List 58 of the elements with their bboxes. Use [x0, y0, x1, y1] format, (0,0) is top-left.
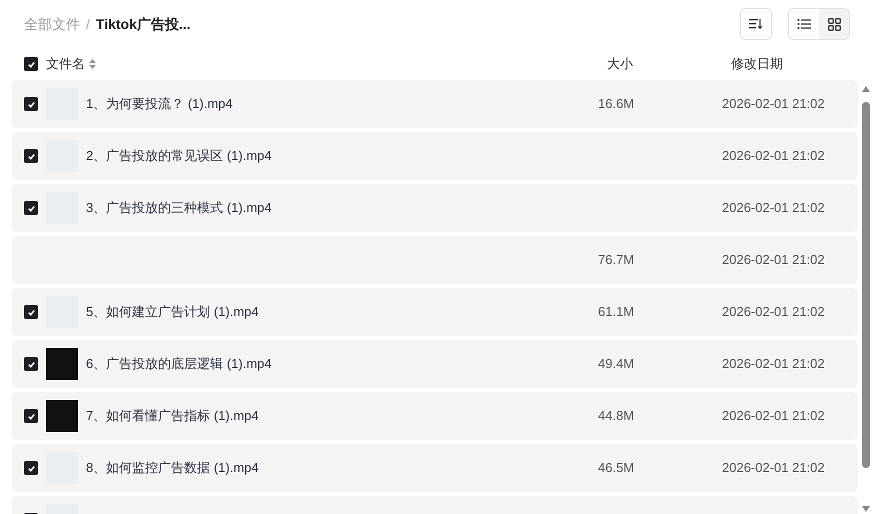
file-name: 5、如何建立广告计划 (1).mp4 [86, 303, 260, 322]
column-header[interactable]: 修改日期 [731, 54, 783, 74]
check-icon [26, 464, 36, 472]
checkbox[interactable] [24, 409, 38, 423]
file-row[interactable]: 7、如何看懂广告指标 (1).mp4 44.8M 2026-02-01 21:02 [12, 392, 858, 440]
column-header[interactable]: 文件名 [46, 54, 85, 74]
check-icon [26, 152, 36, 160]
sort-arrows-icon [89, 59, 96, 69]
file-row[interactable]: 2、广告投放的常见误区 (1).mp4 2026-02-01 21:02 [12, 132, 858, 180]
file-name: 3、广告投放的三种模式 (1).mp4 [86, 199, 273, 218]
check-icon [26, 412, 36, 420]
video-thumbnail [46, 400, 78, 432]
file-row[interactable]: 76.7M 2026-02-01 21:02 [12, 236, 858, 284]
check-icon [26, 360, 36, 368]
checkbox[interactable] [24, 97, 38, 111]
breadcrumb-link[interactable]: Tiktok广告投... [96, 14, 191, 34]
sort-icon [749, 18, 763, 30]
checkbox[interactable] [24, 201, 38, 215]
modified-date: 2026-02-01 21:02 [722, 95, 825, 114]
modified-date: 2026-02-01 21:02 [722, 459, 825, 478]
separator: / [86, 14, 90, 34]
check-icon [26, 308, 36, 316]
modified-date: 2026-02-01 21:02 [722, 303, 825, 322]
list-icon [797, 18, 811, 30]
file-name: 2、广告投放的常见误区 (1).mp4 [86, 147, 273, 166]
file-size: 76.7M [598, 251, 636, 270]
file-size: 46.5M [598, 459, 636, 478]
video-thumbnail [46, 348, 78, 380]
modified-date: 2026-02-01 21:02 [722, 199, 825, 218]
sort-button[interactable] [740, 8, 772, 40]
checkbox[interactable] [24, 149, 38, 163]
checkbox[interactable] [24, 357, 38, 371]
file-row[interactable]: 6、广告投放的底层逻辑 (1).mp4 49.4M 2026-02-01 21:02 [12, 340, 858, 388]
file-name: 1、为何要投流？ (1).mp4 [86, 95, 234, 114]
file-size: 61.1M [598, 303, 636, 322]
file-row[interactable]: 3、广告投放的三种模式 (1).mp4 2026-02-01 21:02 [12, 184, 858, 232]
modified-date: 2026-02-01 21:02 [722, 355, 825, 374]
check-icon [26, 100, 36, 108]
modified-date: 2026-02-01 21:02 [722, 407, 825, 426]
check-icon [26, 60, 36, 68]
check-icon [26, 204, 36, 212]
file-row[interactable]: 1、为何要投流？ (1).mp4 16.6M 2026-02-01 21:02 [12, 80, 858, 128]
file-size: 44.8M [598, 407, 636, 426]
file-size: 16.6M [598, 95, 636, 114]
file-row[interactable]: 5、如何建立广告计划 (1).mp4 61.1M 2026-02-01 21:02 [12, 288, 858, 336]
modified-date: 2026-02-01 21:02 [722, 251, 825, 270]
file-size: 49.4M [598, 355, 636, 374]
checkbox[interactable] [24, 57, 38, 71]
checkbox[interactable] [24, 305, 38, 319]
file-name: 7、如何看懂广告指标 (1).mp4 [86, 407, 260, 426]
grid-icon [828, 18, 840, 30]
file-row[interactable]: 8、如何监控广告数据 (1).mp4 46.5M 2026-02-01 21:02 [12, 444, 858, 492]
modified-date: 2026-02-01 21:02 [722, 147, 825, 166]
file-name: 6、广告投放的底层逻辑 (1).mp4 [86, 355, 273, 374]
view-tab[interactable] [819, 9, 849, 39]
column-header[interactable]: 大小 [607, 54, 731, 74]
checkbox[interactable] [24, 461, 38, 475]
file-name: 8、如何监控广告数据 (1).mp4 [86, 459, 260, 478]
